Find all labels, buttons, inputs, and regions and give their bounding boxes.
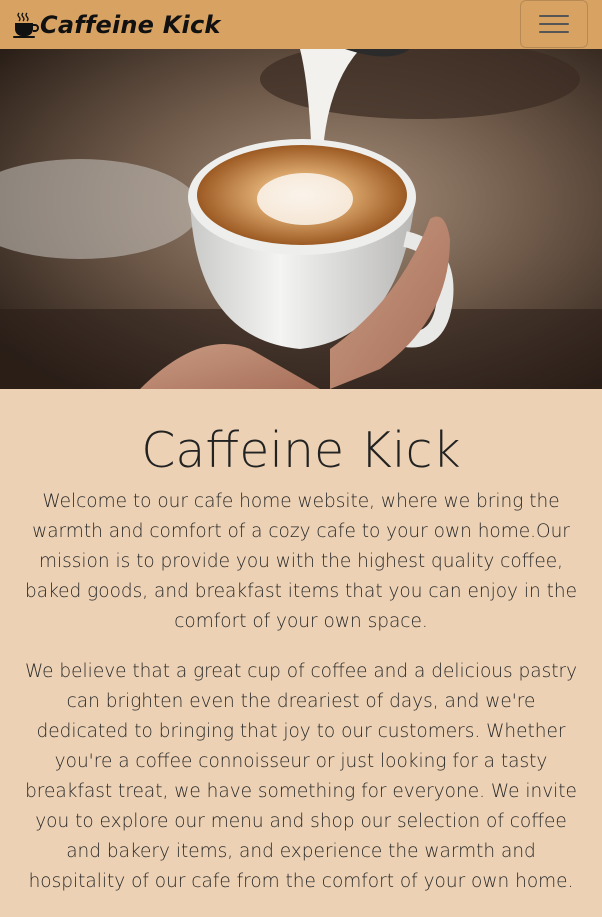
menu-toggle-button[interactable] xyxy=(520,0,588,48)
page-title: Caffeine Kick xyxy=(141,422,461,479)
brand-name: Caffeine Kick xyxy=(40,10,221,39)
intro-paragraph: Welcome to our cafe home website, where … xyxy=(25,491,577,632)
mission-paragraph: We believe that a great cup of coffee an… xyxy=(24,661,578,892)
brand-link[interactable]: Caffeine Kick xyxy=(12,11,221,39)
navbar: Caffeine Kick xyxy=(0,0,602,49)
coffee-cup-icon xyxy=(13,12,39,38)
latte-art-image xyxy=(0,49,602,389)
main-content: Caffeine Kick Welcome to our cafe home w… xyxy=(0,389,602,917)
hero-image xyxy=(0,49,602,389)
hamburger-menu-icon xyxy=(539,12,569,36)
